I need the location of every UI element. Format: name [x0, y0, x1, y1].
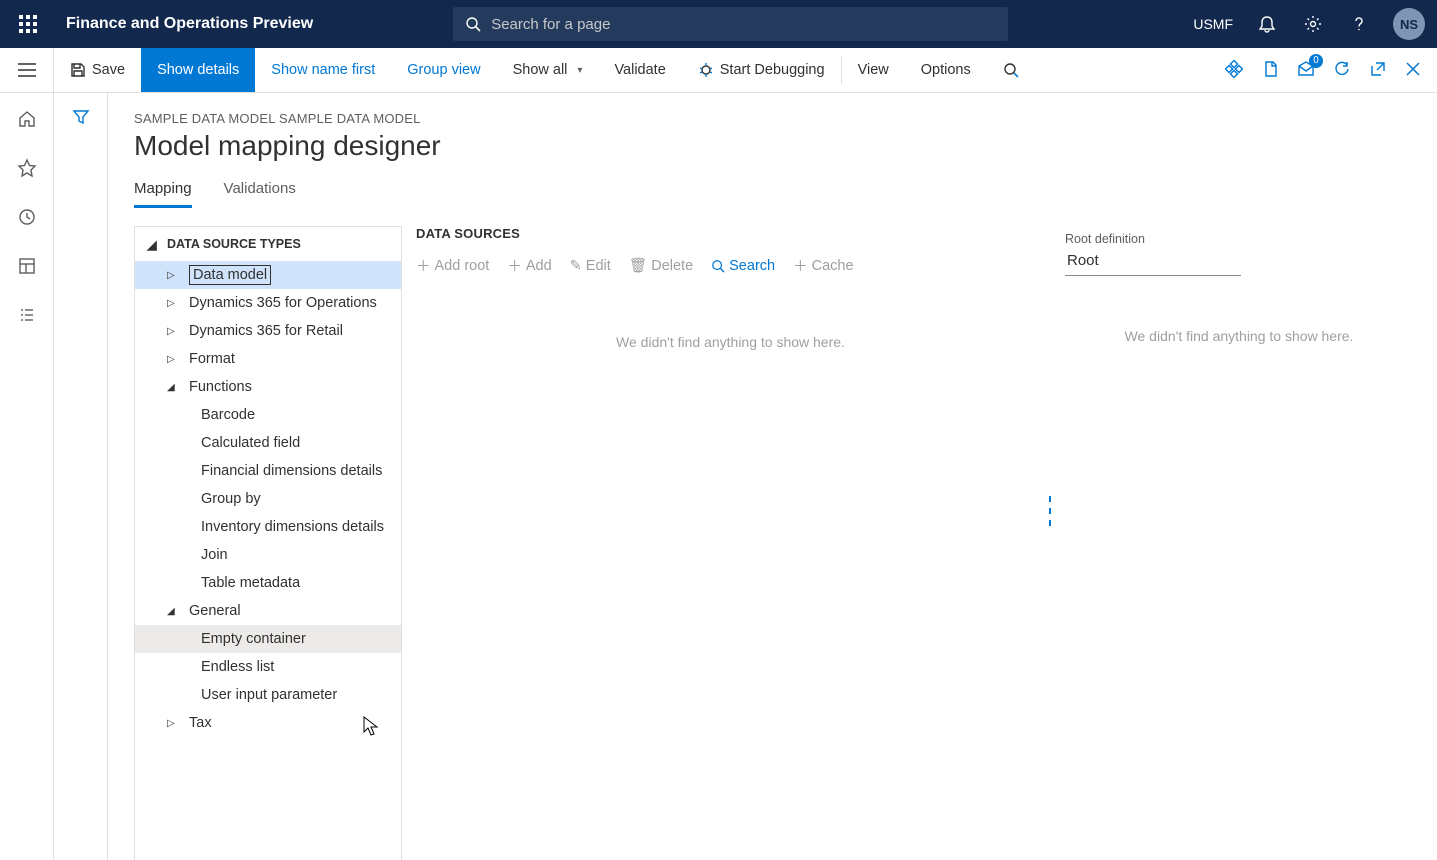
- messages-badge: 0: [1309, 54, 1323, 68]
- tree-item-calculated-field[interactable]: Calculated field: [201, 429, 401, 457]
- expand-icon: ▷: [167, 718, 175, 729]
- tree-item-general[interactable]: ◢General: [135, 597, 401, 625]
- tree-item-empty-container[interactable]: Empty container: [135, 625, 401, 653]
- show-all-dropdown[interactable]: Show all: [497, 48, 599, 92]
- options-menu[interactable]: Options: [905, 48, 987, 92]
- save-label: Save: [92, 62, 125, 78]
- save-icon: [70, 62, 86, 78]
- show-details-button[interactable]: Show details: [141, 48, 255, 92]
- expand-icon: ▷: [167, 354, 175, 365]
- workspace-icon[interactable]: [1225, 60, 1243, 81]
- global-search[interactable]: [453, 7, 1008, 41]
- search-icon: [1003, 62, 1019, 78]
- workspaces-icon[interactable]: [17, 256, 37, 279]
- messages-icon[interactable]: 0: [1297, 60, 1315, 81]
- actionbar-search-button[interactable]: [987, 48, 1035, 92]
- action-bar: Save Show details Show name first Group …: [0, 48, 1437, 93]
- top-navbar: Finance and Operations Preview USMF NS: [0, 0, 1437, 48]
- start-debugging-button[interactable]: Start Debugging: [682, 48, 841, 92]
- favorites-icon[interactable]: [17, 158, 37, 181]
- splitter-handle[interactable]: [1049, 496, 1055, 526]
- show-name-first-button[interactable]: Show name first: [255, 48, 391, 92]
- root-definition-label: Root definition: [1065, 232, 1413, 246]
- data-source-types-panel: ◢ DATA SOURCE TYPES ▷Data model ▷Dynamic…: [134, 226, 402, 860]
- tree-item-user-input-parameter[interactable]: User input parameter: [201, 681, 401, 709]
- tree-item-endless-list[interactable]: Endless list: [201, 653, 401, 681]
- debug-icon: [698, 62, 714, 78]
- expand-icon: ▷: [167, 326, 175, 337]
- data-sources-panel: DATA SOURCES ＋Add root ＋Add ✎Edit 🗑Delet…: [402, 226, 1065, 860]
- tree-item-d365-operations[interactable]: ▷Dynamics 365 for Operations: [135, 289, 401, 317]
- collapse-icon: ◢: [167, 606, 175, 617]
- filter-icon[interactable]: [71, 107, 91, 130]
- recent-icon[interactable]: [17, 207, 37, 230]
- tab-mapping[interactable]: Mapping: [134, 180, 192, 208]
- search-button[interactable]: Search: [711, 258, 775, 274]
- company-selector[interactable]: USMF: [1193, 16, 1233, 32]
- notifications-icon[interactable]: [1255, 12, 1279, 36]
- search-icon: [465, 16, 481, 32]
- tree-item-barcode[interactable]: Barcode: [201, 401, 401, 429]
- breadcrumb: SAMPLE DATA MODEL SAMPLE DATA MODEL: [134, 111, 1437, 126]
- tree-item-functions[interactable]: ◢Functions: [135, 373, 401, 401]
- popout-icon[interactable]: [1369, 60, 1387, 81]
- page-title: Model mapping designer: [134, 130, 1437, 162]
- tree-item-inventory-dimensions[interactable]: Inventory dimensions details: [201, 513, 401, 541]
- data-model-panel: DATA MODEL 🔗Bind ✎Edit 🗑Unbind Search Ro…: [1065, 226, 1437, 860]
- view-menu[interactable]: View: [842, 48, 905, 92]
- tree-header[interactable]: ◢ DATA SOURCE TYPES: [135, 227, 401, 261]
- plus-icon: ＋: [416, 255, 431, 276]
- left-rail: [0, 93, 54, 860]
- modules-icon[interactable]: [17, 305, 37, 328]
- collapse-icon: ◢: [167, 382, 175, 393]
- data-sources-title: DATA SOURCES: [416, 226, 1045, 241]
- app-title: Finance and Operations Preview: [66, 15, 313, 33]
- settings-icon[interactable]: [1301, 12, 1325, 36]
- edit-button[interactable]: ✎Edit: [570, 258, 611, 274]
- plus-icon: ＋: [507, 255, 522, 276]
- tree-item-format[interactable]: ▷Format: [135, 345, 401, 373]
- add-root-button[interactable]: ＋Add root: [416, 255, 489, 276]
- validate-button[interactable]: Validate: [598, 48, 681, 92]
- refresh-icon[interactable]: [1333, 60, 1351, 81]
- tree-item-table-metadata[interactable]: Table metadata: [201, 569, 401, 597]
- search-icon: [711, 259, 725, 273]
- save-button[interactable]: Save: [54, 48, 141, 92]
- user-avatar[interactable]: NS: [1393, 8, 1425, 40]
- expand-icon: ▷: [167, 298, 175, 309]
- cache-button[interactable]: ＋Cache: [793, 255, 853, 276]
- collapse-icon: ◢: [147, 237, 157, 252]
- tree-item-d365-retail[interactable]: ▷Dynamics 365 for Retail: [135, 317, 401, 345]
- tree-item-join[interactable]: Join: [201, 541, 401, 569]
- help-icon[interactable]: [1347, 12, 1371, 36]
- tree-item-data-model[interactable]: ▷Data model: [135, 261, 401, 289]
- pencil-icon: ✎: [570, 258, 582, 274]
- global-search-input[interactable]: [491, 16, 996, 33]
- root-definition-input[interactable]: Root: [1065, 248, 1241, 276]
- add-button[interactable]: ＋Add: [507, 255, 551, 276]
- delete-button[interactable]: 🗑Delete: [629, 257, 693, 274]
- tree-item-group-by[interactable]: Group by: [201, 485, 401, 513]
- home-icon[interactable]: [17, 109, 37, 132]
- group-view-button[interactable]: Group view: [391, 48, 496, 92]
- trash-icon: 🗑: [629, 257, 647, 274]
- page-tabs: Mapping Validations: [134, 180, 1437, 208]
- tree-item-financial-dimensions[interactable]: Financial dimensions details: [201, 457, 401, 485]
- tree-item-tax[interactable]: ▷Tax: [135, 709, 401, 737]
- tab-validations[interactable]: Validations: [224, 180, 296, 208]
- filter-rail: [54, 93, 108, 860]
- close-icon[interactable]: [1405, 61, 1421, 80]
- data-model-empty: We didn't find anything to show here.: [1065, 328, 1413, 344]
- data-sources-empty: We didn't find anything to show here.: [416, 334, 1045, 350]
- expand-icon: ▷: [167, 270, 175, 281]
- app-launcher-icon[interactable]: [12, 8, 44, 40]
- hamburger-icon[interactable]: [0, 48, 54, 92]
- plus-icon: ＋: [793, 255, 808, 276]
- attachments-icon[interactable]: [1261, 60, 1279, 81]
